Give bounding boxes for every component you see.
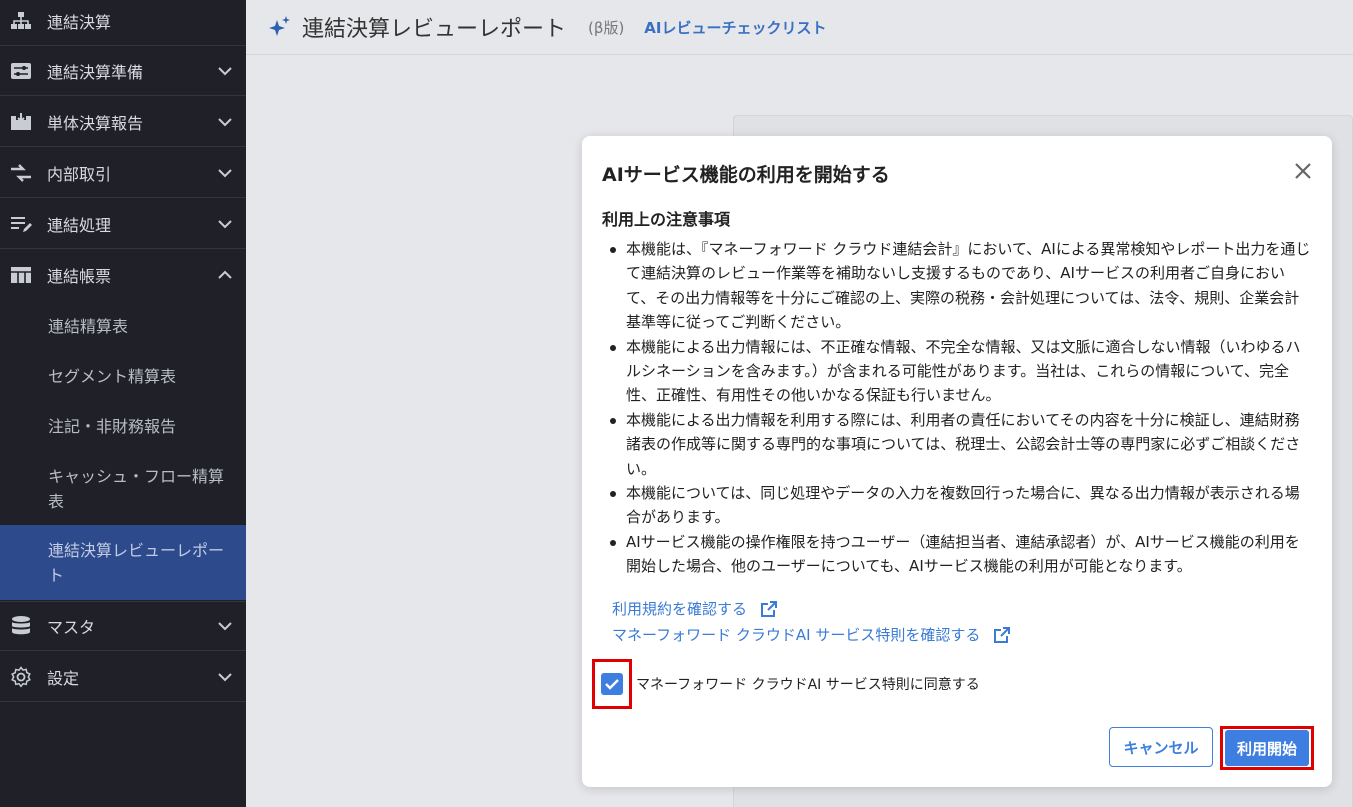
note-item: 本機能による出力情報には、不正確な情報、不完全な情報、又は文脈に適合しない情報（… bbox=[606, 335, 1312, 408]
arrows-exchange-icon bbox=[8, 162, 34, 184]
agree-row: マネーフォワード クラウドAI サービス特則に同意する bbox=[592, 659, 980, 709]
chevron-down-icon bbox=[218, 168, 232, 177]
sidebar-item-label: 連結帳票 bbox=[47, 267, 112, 286]
inbox-icon bbox=[8, 111, 34, 133]
sparkle-icon bbox=[269, 16, 290, 36]
close-icon[interactable] bbox=[1292, 160, 1314, 182]
sidebar-item-label: 連結処理 bbox=[47, 215, 112, 235]
checkbox-highlight bbox=[592, 659, 632, 709]
note-item: 本機能は、『マネーフォワード クラウド連結会計』において、AIによる異常検知やレ… bbox=[606, 237, 1312, 335]
note-item: AIサービス機能の操作権限を持つユーザー（連結担当者、連結承認者）が、AIサービ… bbox=[606, 530, 1312, 579]
sidebar-item-individual-report[interactable]: 単体決算報告 bbox=[0, 97, 246, 147]
sidebar-item-master[interactable]: マスタ bbox=[0, 601, 246, 651]
chevron-down-icon bbox=[218, 622, 232, 631]
sidebar-item-consolidation-processing[interactable]: 連結処理 bbox=[0, 199, 246, 249]
sidebar-item-label: 連結決算 bbox=[47, 12, 112, 32]
sidebar-subitem-label: 連結決算レビューレポート bbox=[48, 540, 225, 585]
sidebar-subitem-review-report[interactable]: 連結決算レビューレポート bbox=[0, 525, 246, 600]
beta-badge: (β版) bbox=[588, 18, 625, 37]
org-chart-icon bbox=[8, 10, 34, 32]
sidebar-subitem-consolidated-worksheet[interactable]: 連結精算表 bbox=[0, 314, 246, 339]
sliders-icon bbox=[8, 60, 34, 82]
chevron-down-icon bbox=[218, 117, 232, 126]
modal-title: AIサービス機能の利用を開始する bbox=[602, 164, 890, 186]
sidebar-item-label: 単体決算報告 bbox=[47, 113, 144, 133]
external-link-icon bbox=[994, 626, 1011, 643]
chevron-down-icon bbox=[218, 66, 232, 75]
start-button-highlight: 利用開始 bbox=[1220, 726, 1314, 770]
agree-checkbox[interactable] bbox=[601, 673, 623, 695]
database-icon bbox=[8, 615, 34, 637]
sidebar-item-label: 連結決算準備 bbox=[47, 62, 144, 82]
sidebar-subitem-segment-worksheet[interactable]: セグメント精算表 bbox=[0, 364, 246, 389]
terms-link-label: 利用規約を確認する bbox=[612, 600, 748, 618]
notes-list: 本機能は、『マネーフォワード クラウド連結会計』において、AIによる異常検知やレ… bbox=[606, 237, 1312, 579]
sidebar-item-settings[interactable]: 設定 bbox=[0, 652, 246, 702]
list-edit-icon bbox=[8, 213, 34, 235]
page-title: 連結決算レビューレポート bbox=[302, 17, 567, 42]
notes-title: 利用上の注意事項 bbox=[602, 210, 731, 229]
sidebar-item-preparation[interactable]: 連結決算準備 bbox=[0, 46, 246, 96]
agree-label[interactable]: マネーフォワード クラウドAI サービス特則に同意する bbox=[636, 674, 980, 694]
sidebar-item-label: 内部取引 bbox=[47, 164, 112, 184]
check-icon bbox=[605, 679, 619, 690]
chevron-down-icon bbox=[218, 672, 232, 681]
special-terms-link[interactable]: マネーフォワード クラウドAI サービス特則を確認する bbox=[612, 624, 1012, 645]
note-item: 本機能については、同じ処理やデータの入力を複数回行った場合に、異なる出力情報が表… bbox=[606, 481, 1312, 530]
ai-checklist-link[interactable]: AIレビューチェックリスト bbox=[644, 17, 826, 38]
sidebar-item-consolidated-closing[interactable]: 連結決算 bbox=[0, 0, 246, 46]
sidebar-subitem-cashflow-worksheet[interactable]: キャッシュ・フロー精算表 bbox=[0, 464, 246, 514]
sidebar-item-reports[interactable]: 連結帳票 bbox=[0, 250, 246, 300]
page-header: 連結決算レビューレポート (β版) AIレビューチェックリスト bbox=[246, 0, 1353, 55]
sidebar: 連結決算 連結決算準備 単体決算報告 内部取引 連結処理 連結帳票 連結精算表 … bbox=[0, 0, 246, 807]
cancel-button[interactable]: キャンセル bbox=[1109, 727, 1213, 767]
start-button[interactable]: 利用開始 bbox=[1225, 730, 1309, 766]
sidebar-item-intercompany[interactable]: 内部取引 bbox=[0, 148, 246, 198]
table-icon bbox=[8, 264, 34, 286]
sidebar-item-label: マスタ bbox=[47, 618, 96, 637]
ai-service-modal: AIサービス機能の利用を開始する 利用上の注意事項 本機能は、『マネーフォワード… bbox=[582, 136, 1332, 787]
external-link-icon bbox=[761, 600, 778, 617]
gear-icon bbox=[8, 665, 34, 688]
special-terms-link-label: マネーフォワード クラウドAI サービス特則を確認する bbox=[612, 626, 981, 644]
sidebar-subitem-label: 注記・非財務報告 bbox=[48, 417, 177, 436]
note-item: 本機能による出力情報を利用する際には、利用者の責任においてその内容を十分に検証し… bbox=[606, 408, 1312, 481]
sidebar-subitem-label: 連結精算表 bbox=[48, 317, 129, 336]
chevron-up-icon bbox=[218, 270, 232, 279]
sidebar-item-label: 設定 bbox=[47, 668, 80, 688]
chevron-down-icon bbox=[218, 219, 232, 228]
sidebar-subitem-label: キャッシュ・フロー精算表 bbox=[48, 467, 225, 511]
terms-link[interactable]: 利用規約を確認する bbox=[612, 598, 779, 619]
sidebar-subitem-label: セグメント精算表 bbox=[48, 367, 177, 386]
sidebar-subitem-notes-report[interactable]: 注記・非財務報告 bbox=[0, 414, 246, 439]
